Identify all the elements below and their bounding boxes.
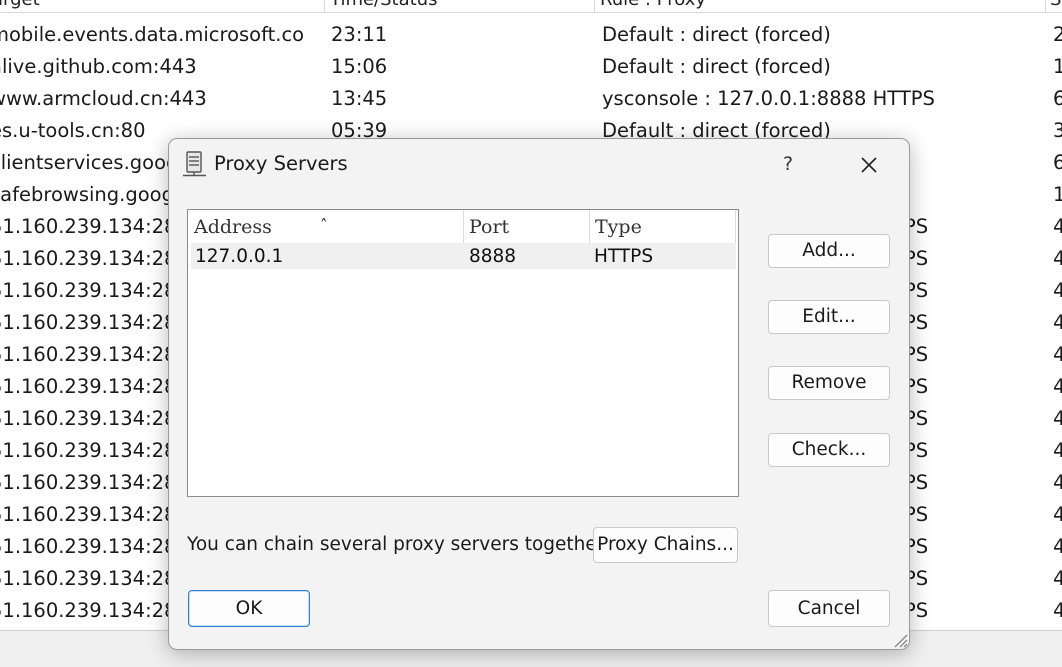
cancel-button[interactable]: Cancel xyxy=(768,590,890,627)
ok-button[interactable]: OK xyxy=(188,590,310,627)
connection-target-cell: alive.github.com:443 xyxy=(0,55,197,78)
column-header-target[interactable]: arget xyxy=(0,0,40,12)
connection-target-cell: mobile.events.data.microsoft.co... xyxy=(0,23,305,46)
dialog-titlebar[interactable]: Proxy Servers ? xyxy=(169,139,909,189)
connection-size-cell: 4 xyxy=(1053,279,1062,302)
connection-rule-cell: PS xyxy=(904,471,929,494)
connection-rule-cell: PS xyxy=(904,407,929,430)
proxy-chains-button[interactable]: Proxy Chains... xyxy=(593,527,738,563)
column-header-address-label: Address xyxy=(194,216,272,238)
connection-size-cell: 4 xyxy=(1053,535,1062,558)
connection-size-cell: 3 xyxy=(1053,119,1062,142)
connection-size-cell: 4 xyxy=(1053,503,1062,526)
connection-size-cell: 6 xyxy=(1053,151,1062,174)
resize-grip-icon[interactable] xyxy=(889,629,909,649)
connection-rule-cell: Default : direct (forced) xyxy=(602,23,831,46)
connection-time-cell: 15:06 xyxy=(331,55,388,78)
connection-size-cell: 4 xyxy=(1053,599,1062,622)
column-divider[interactable] xyxy=(735,210,736,243)
connection-rule-cell: PS xyxy=(904,215,929,238)
column-header-address[interactable]: Address ˄ xyxy=(188,210,463,243)
proxy-address-cell: 127.0.0.1 xyxy=(195,246,284,267)
connection-rule-cell: PS xyxy=(904,311,929,334)
connection-time-cell: 13:45 xyxy=(331,87,388,110)
connection-row[interactable]: mobile.events.data.microsoft.co... 23:11 D… xyxy=(0,19,1062,51)
proxy-type-cell: HTTPS xyxy=(594,246,654,267)
proxy-list-header: Address ˄ Port Type xyxy=(188,210,738,243)
proxy-port-cell: 8888 xyxy=(469,246,517,267)
check-button[interactable]: Check... xyxy=(768,433,890,467)
help-button[interactable]: ? xyxy=(772,139,804,189)
connection-size-cell: 4 xyxy=(1053,407,1062,430)
connection-rule-cell: PS xyxy=(904,535,929,558)
connection-size-cell: 4 xyxy=(1053,247,1062,270)
close-button[interactable] xyxy=(849,139,889,189)
add-button[interactable]: Add... xyxy=(768,234,890,268)
connection-rule-cell: Default : direct (forced) xyxy=(602,55,831,78)
connection-size-cell: 4 xyxy=(1053,215,1062,238)
connection-rule-cell: PS xyxy=(904,343,929,366)
connection-size-cell: 4 xyxy=(1053,439,1062,462)
remove-button[interactable]: Remove xyxy=(768,366,890,400)
sort-ascending-icon: ˄ xyxy=(320,216,328,234)
connection-size-cell: 1 xyxy=(1053,183,1062,206)
connection-rule-cell: PS xyxy=(904,503,929,526)
dialog-title: Proxy Servers xyxy=(214,152,348,175)
chain-description: You can chain several proxy servers toge… xyxy=(187,534,611,555)
connection-size-cell: 4 xyxy=(1053,311,1062,334)
edit-button[interactable]: Edit... xyxy=(768,300,890,334)
connection-size-cell: 4 xyxy=(1053,375,1062,398)
column-header-type[interactable]: Type xyxy=(589,210,735,243)
connection-size-cell: 2 xyxy=(1053,23,1062,46)
column-header-port[interactable]: Port xyxy=(463,210,589,243)
proxy-list-row[interactable]: 127.0.0.1 8888 HTTPS xyxy=(191,243,736,269)
connection-rule-cell: PS xyxy=(904,567,929,590)
column-divider[interactable] xyxy=(1045,0,1046,12)
column-divider[interactable] xyxy=(594,0,595,12)
connection-time-cell: 23:11 xyxy=(331,23,388,46)
column-header-time-status[interactable]: Time/Status xyxy=(330,0,437,12)
connection-row[interactable]: www.armcloud.cn:443 13:45 ysconsole : 127.… xyxy=(0,83,1062,115)
server-icon xyxy=(183,151,206,177)
connection-rule-cell: PS xyxy=(904,599,929,622)
connection-rule-cell: PS xyxy=(904,439,929,462)
connection-rule-cell: PS xyxy=(904,247,929,270)
connection-size-cell: 1 xyxy=(1053,55,1062,78)
column-header-rule-proxy[interactable]: Rule : Proxy xyxy=(600,0,706,12)
connection-table-header: arget Time/Status Rule : Proxy S xyxy=(0,0,1062,13)
connection-rule-cell: PS xyxy=(904,375,929,398)
connection-size-cell: 4 xyxy=(1053,343,1062,366)
connection-rule-cell: PS xyxy=(904,279,929,302)
connection-size-cell: 6 xyxy=(1053,87,1062,110)
proxy-servers-dialog: Proxy Servers ? Address ˄ Port Type 127.… xyxy=(168,138,910,650)
connection-size-cell: 4 xyxy=(1053,471,1062,494)
column-header-size[interactable]: S xyxy=(1050,0,1061,12)
proxy-server-list[interactable]: Address ˄ Port Type 127.0.0.1 8888 HTTPS xyxy=(187,209,739,497)
connection-size-cell: 4 xyxy=(1053,567,1062,590)
connection-target-cell: www.armcloud.cn:443 xyxy=(0,87,207,110)
column-divider[interactable] xyxy=(324,0,325,12)
connection-rule-cell: ysconsole : 127.0.0.1:8888 HTTPS xyxy=(602,87,935,110)
close-icon xyxy=(861,157,877,173)
connection-row[interactable]: alive.github.com:443 15:06 Default : direc… xyxy=(0,51,1062,83)
